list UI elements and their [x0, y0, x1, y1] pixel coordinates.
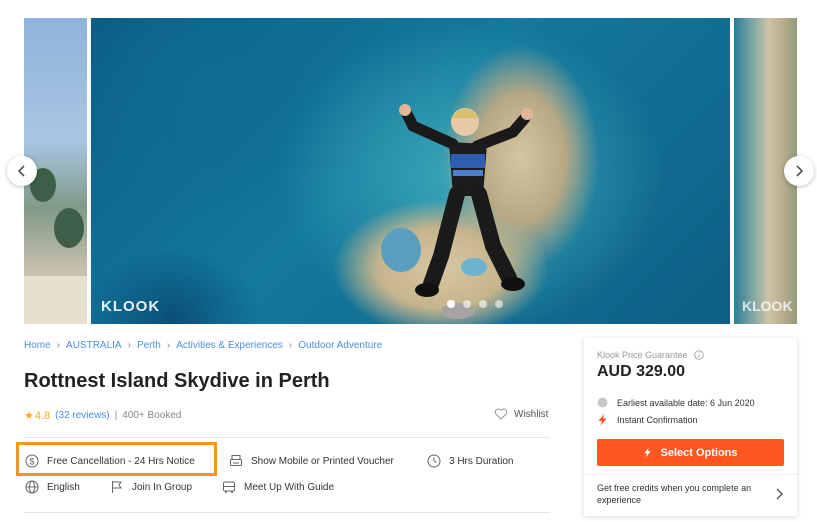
breadcrumb-perth[interactable]: Perth: [137, 340, 161, 351]
divider: [24, 512, 550, 513]
chevron-left-icon: [17, 165, 25, 177]
skydiver-figure: [399, 104, 533, 297]
wishlist-button[interactable]: Wishlist: [494, 408, 548, 420]
chevron-right-icon[interactable]: [775, 488, 783, 500]
earliest-date: Earliest available date: 6 Jun 2020: [597, 397, 755, 408]
bus-icon: [223, 481, 235, 493]
price-guarantee-label: Klook Price Guarantee: [597, 350, 688, 360]
chevron-right-icon: ›: [127, 340, 131, 351]
booked-count: 400+ Booked: [122, 410, 182, 421]
slide-dot-4[interactable]: [495, 300, 503, 308]
earliest-date-label: Earliest available date: 6 Jun 2020: [617, 397, 755, 408]
breadcrumb: Home › AUSTRALIA › Perth › Activities & …: [24, 340, 382, 351]
chevron-right-icon: [796, 165, 804, 177]
globe-icon: [25, 480, 39, 494]
price-guarantee: Klook Price Guarantee: [597, 350, 704, 360]
breadcrumb-australia[interactable]: AUSTRALIA: [66, 340, 122, 351]
feature-voucher: Show Mobile or Printed Voucher: [229, 454, 394, 468]
feature-duration: 3 Hrs Duration: [427, 454, 513, 468]
bolt-icon: [644, 447, 652, 458]
breadcrumb-activities[interactable]: Activities & Experiences: [176, 340, 283, 351]
gallery-prev-button[interactable]: [7, 156, 37, 186]
instant-confirmation-label: Instant Confirmation: [617, 415, 698, 425]
photo-gallery[interactable]: KLOOK KLOOK: [24, 18, 797, 324]
divider: [584, 474, 797, 475]
slide-indicators: [447, 300, 503, 308]
select-options-label: Select Options: [660, 446, 738, 459]
rating-separator: |: [114, 410, 118, 421]
feature-group: Join In Group: [110, 480, 192, 494]
star-icon: ★: [24, 410, 34, 422]
feature-group-label: Join In Group: [132, 481, 193, 493]
feature-language: English: [25, 480, 80, 494]
booking-card: Klook Price Guarantee AUD 329.00 Earlies…: [584, 338, 797, 516]
gallery-photo-main[interactable]: KLOOK: [91, 18, 730, 324]
gallery-next-button[interactable]: [784, 156, 814, 186]
klook-watermark: KLOOK: [101, 298, 161, 315]
calendar-icon: [597, 397, 608, 408]
info-icon[interactable]: [693, 350, 704, 360]
feature-voucher-label: Show Mobile or Printed Voucher: [251, 455, 394, 467]
wishlist-label: Wishlist: [514, 408, 549, 420]
cancellation-highlight-box: [16, 442, 217, 476]
feature-duration-label: 3 Hrs Duration: [449, 455, 514, 467]
reviews-link[interactable]: (32 reviews): [55, 410, 109, 421]
clock-icon: [427, 454, 441, 468]
heart-icon: [494, 408, 508, 420]
chevron-right-icon: ›: [56, 340, 61, 351]
rating-value: 4.8: [34, 409, 51, 422]
slide-dot-3[interactable]: [479, 300, 487, 308]
tree-shape: [54, 208, 84, 248]
bolt-icon: [598, 414, 607, 426]
chevron-right-icon: ›: [288, 340, 293, 351]
slide-dot-1[interactable]: [447, 300, 455, 308]
select-options-button[interactable]: Select Options: [597, 439, 784, 466]
klook-watermark-right: KLOOK: [742, 298, 793, 314]
instant-confirmation: Instant Confirmation: [597, 414, 698, 426]
divider: [24, 437, 550, 438]
breadcrumb-outdoor-adventure[interactable]: Outdoor Adventure: [298, 340, 382, 351]
sand-area: [24, 276, 87, 324]
feature-meetup-label: Meet Up With Guide: [244, 481, 335, 493]
chevron-right-icon: ›: [166, 340, 171, 351]
feature-meetup: Meet Up With Guide: [222, 480, 334, 494]
free-credits-text[interactable]: Get free credits when you complete an ex…: [597, 482, 772, 506]
slide-dot-2[interactable]: [463, 300, 471, 308]
price: AUD 329.00: [597, 363, 686, 380]
page-title: Rottnest Island Skydive in Perth: [24, 370, 330, 392]
feature-language-label: English: [47, 481, 80, 493]
breadcrumb-home[interactable]: Home: [24, 340, 51, 351]
rating-summary: ★ 4.8 (32 reviews) | 400+ Booked: [24, 409, 182, 423]
flag-icon: [112, 481, 122, 493]
printer-icon: [230, 455, 242, 466]
